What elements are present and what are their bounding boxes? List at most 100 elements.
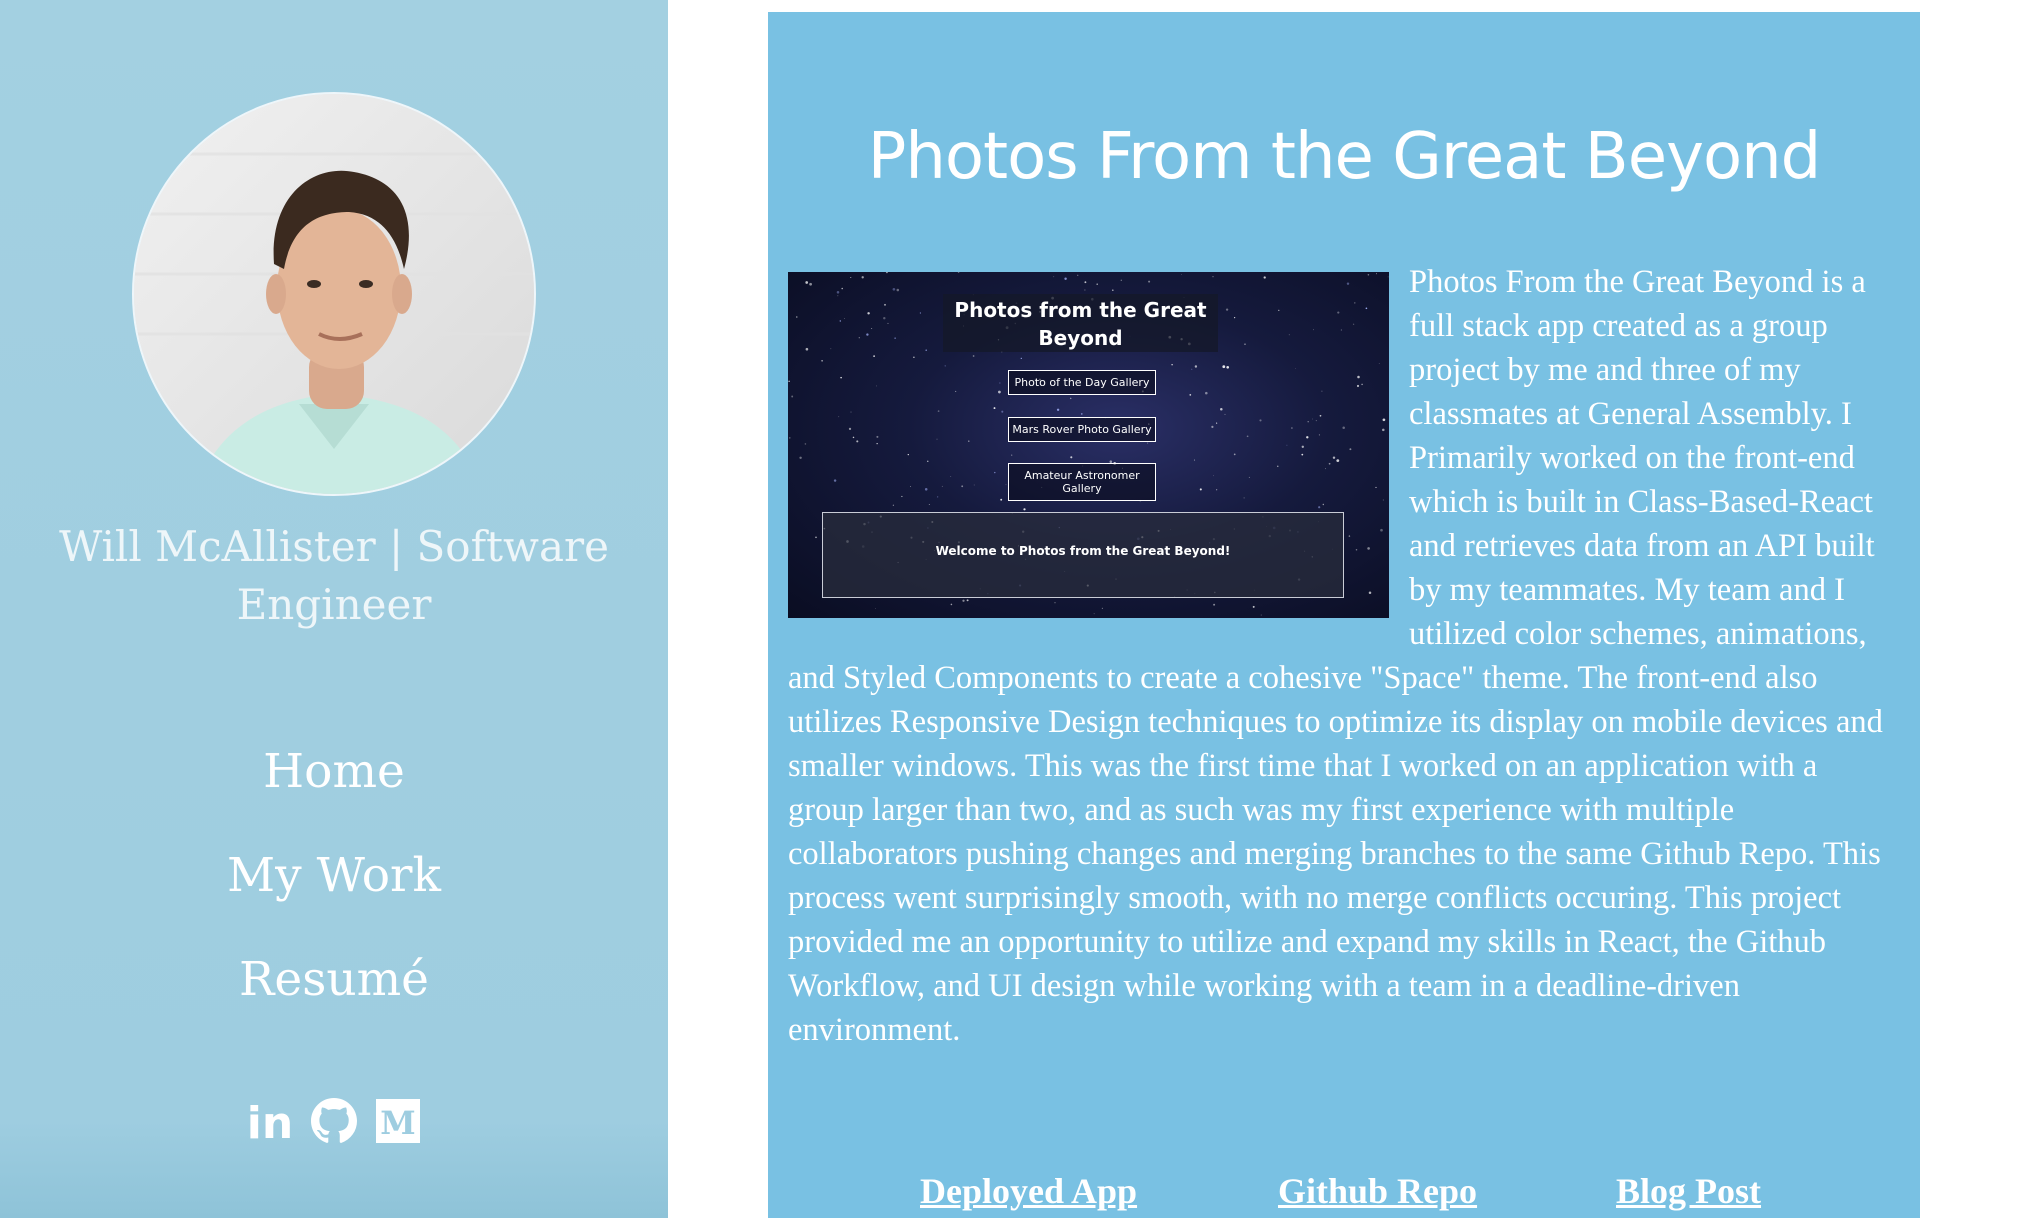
star [1288, 334, 1290, 336]
star [937, 496, 939, 498]
star [850, 277, 852, 278]
star [866, 333, 869, 336]
star [1306, 436, 1309, 439]
star [1318, 434, 1320, 436]
star [1000, 498, 1003, 501]
nav-my-work[interactable]: My Work [0, 824, 668, 928]
star [1053, 276, 1055, 278]
star [1093, 613, 1095, 615]
star [1244, 343, 1246, 345]
star [1011, 454, 1013, 456]
star [1193, 459, 1196, 461]
star [892, 287, 896, 291]
star [833, 479, 837, 482]
star [1023, 508, 1026, 511]
medium-icon[interactable]: M [375, 1096, 421, 1146]
star [1325, 468, 1326, 470]
star [896, 288, 900, 292]
star [1194, 365, 1198, 368]
star [1213, 603, 1216, 606]
star [1224, 413, 1226, 415]
star [1382, 499, 1384, 501]
star [919, 312, 921, 314]
star [925, 349, 927, 351]
star [1349, 448, 1352, 451]
star [1318, 506, 1321, 509]
star [1340, 329, 1342, 331]
profile-photo [134, 94, 534, 494]
star [883, 317, 886, 320]
star [1191, 368, 1193, 370]
star [1001, 410, 1004, 413]
star [1382, 428, 1385, 432]
star [1315, 420, 1317, 422]
star [1171, 364, 1173, 366]
star [1260, 614, 1262, 616]
star [875, 608, 876, 609]
star [841, 287, 843, 290]
star [1054, 602, 1056, 604]
star [973, 484, 975, 486]
star [1291, 427, 1293, 429]
star [1120, 279, 1122, 281]
star [907, 453, 909, 456]
star [887, 322, 889, 324]
star [1069, 397, 1072, 400]
linkedin-icon[interactable]: in [247, 1096, 293, 1146]
star [901, 495, 903, 498]
star [1332, 456, 1336, 459]
screenshot-welcome: Welcome to Photos from the Great Beyond! [822, 512, 1344, 598]
star [998, 390, 1001, 394]
social-links: in M [0, 1096, 668, 1146]
star [1180, 274, 1182, 276]
star [1278, 309, 1280, 312]
star [844, 317, 845, 319]
star [875, 385, 877, 387]
star [873, 355, 875, 357]
svg-text:in: in [247, 1098, 293, 1144]
blog-post-link[interactable]: Blog Post [1616, 1170, 1761, 1212]
nav-home[interactable]: Home [0, 720, 668, 824]
star [815, 536, 817, 539]
star [1222, 365, 1226, 369]
star [856, 440, 859, 443]
star [1319, 414, 1322, 417]
github-repo-link[interactable]: Github Repo [1278, 1170, 1477, 1212]
star [867, 312, 870, 315]
project-screenshot[interactable]: Photos from the Great Beyond Photo of th… [788, 272, 1389, 618]
star [804, 443, 807, 445]
star [1378, 363, 1380, 364]
screenshot-title: Photos from the Great Beyond [943, 294, 1218, 352]
star [1205, 391, 1208, 395]
star [1225, 308, 1229, 311]
star [1348, 535, 1351, 537]
main-nav: Home My Work Resumé [0, 720, 668, 1032]
project-card: Photos From the Great Beyond Photos from… [768, 12, 1920, 1218]
star [1220, 407, 1223, 411]
star [1328, 462, 1331, 465]
star [848, 427, 852, 431]
nav-resume[interactable]: Resumé [0, 928, 668, 1032]
star [1259, 419, 1262, 422]
project-body: Photos from the Great Beyond Photo of th… [788, 260, 1900, 1052]
svg-text:M: M [380, 1104, 415, 1142]
star [936, 438, 938, 440]
star [1322, 503, 1324, 506]
star [1368, 591, 1372, 594]
star [1111, 289, 1114, 292]
star [871, 328, 873, 329]
star [837, 295, 839, 297]
star [836, 291, 840, 294]
star [1252, 605, 1255, 608]
star [1375, 273, 1377, 275]
star [805, 281, 809, 284]
deployed-app-link[interactable]: Deployed App [920, 1170, 1137, 1212]
star [1263, 276, 1266, 279]
star [950, 476, 952, 477]
star [1311, 418, 1313, 420]
screenshot-button-mars: Mars Rover Photo Gallery [1008, 417, 1156, 442]
star [972, 355, 975, 357]
star [1294, 368, 1296, 369]
github-icon[interactable] [311, 1096, 357, 1146]
star [1352, 323, 1355, 325]
